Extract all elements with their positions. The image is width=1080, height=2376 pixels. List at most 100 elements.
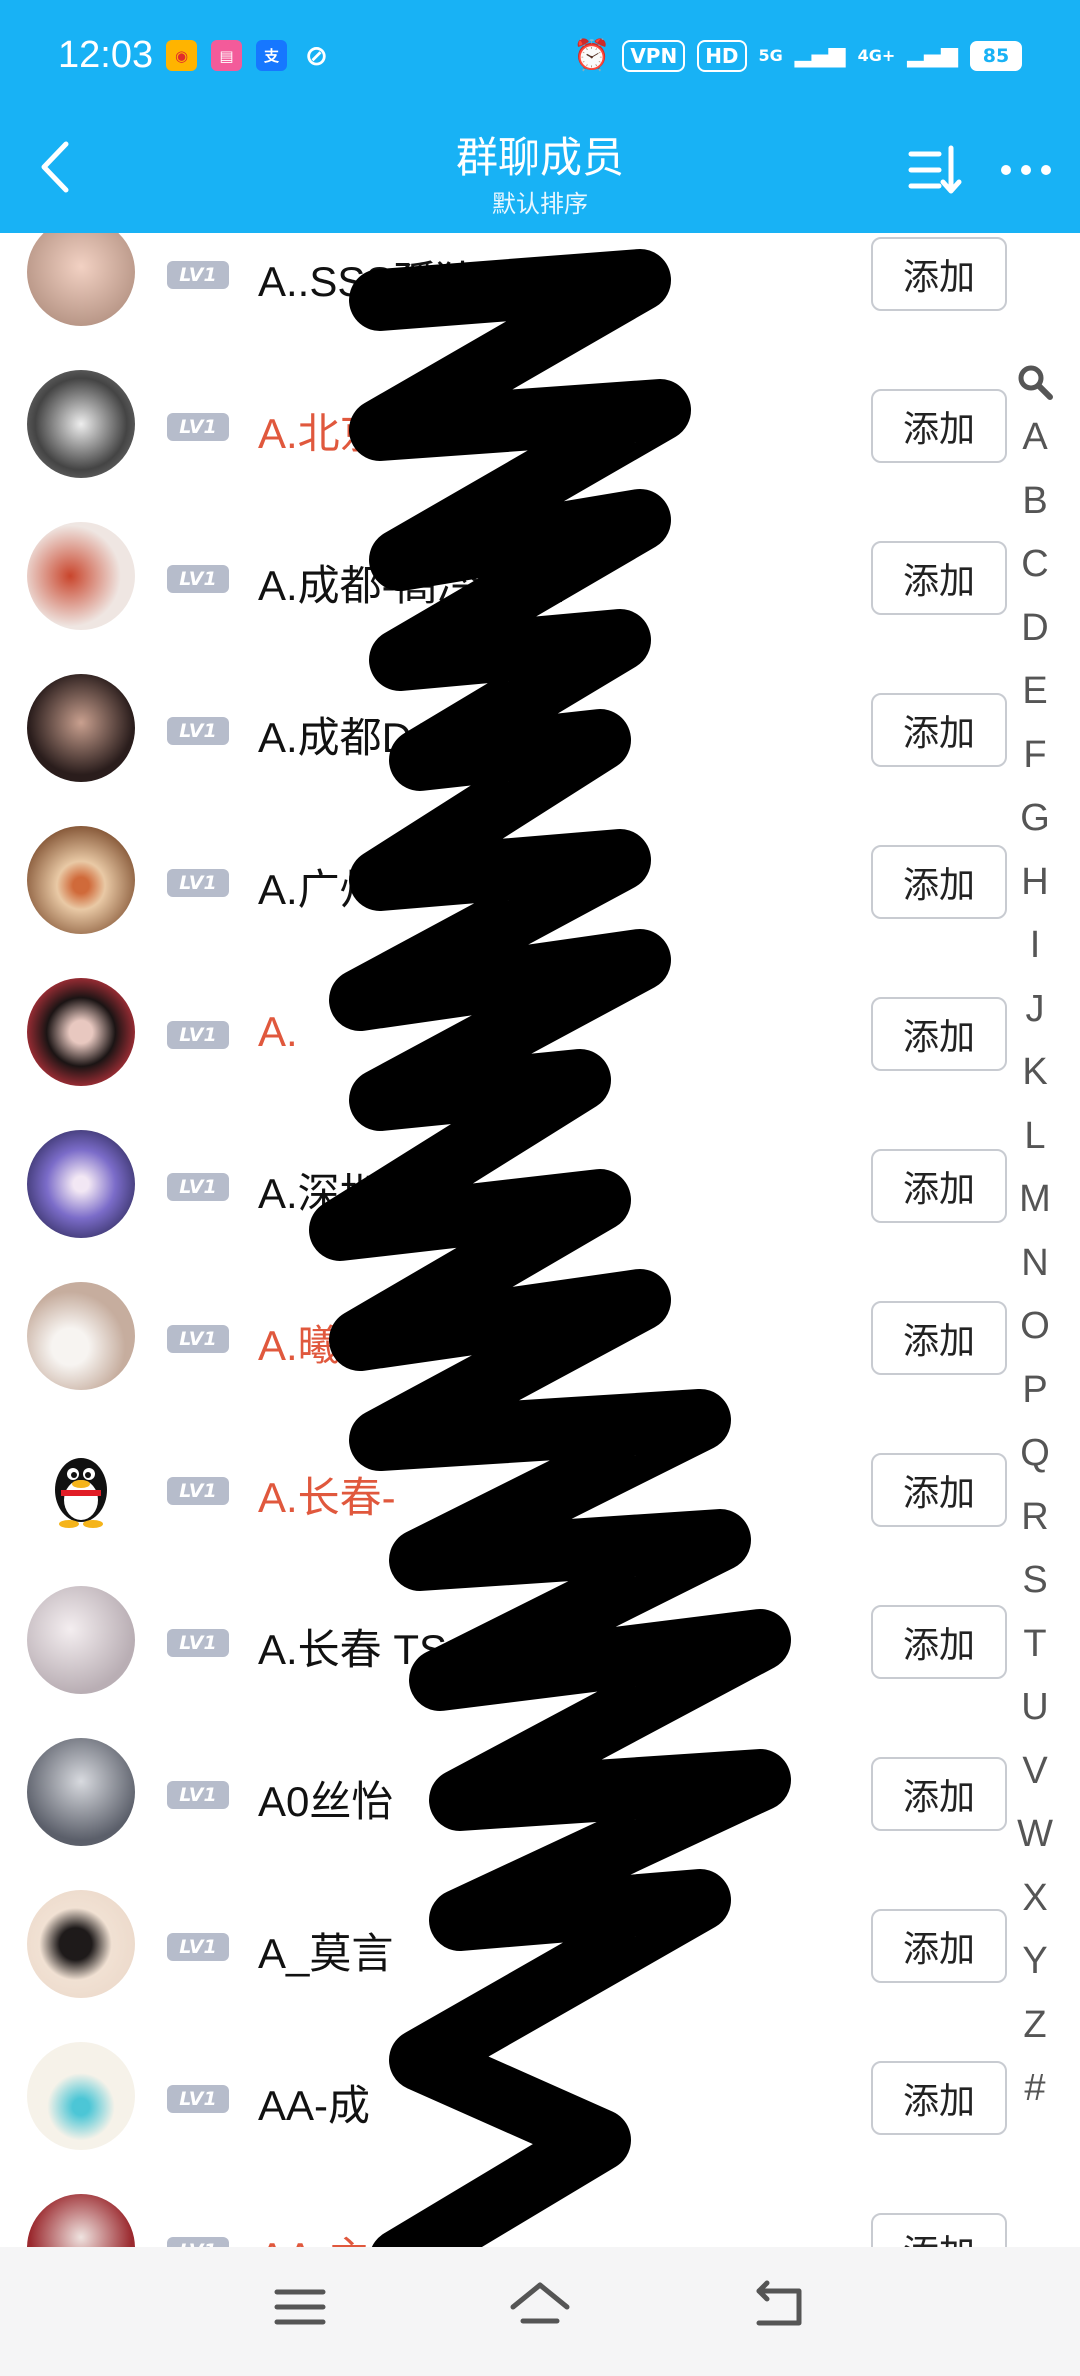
title-bar: 群聊成员 默认排序 bbox=[0, 120, 1080, 230]
index-letter-q[interactable]: Q bbox=[1010, 1422, 1060, 1486]
list-item[interactable]: LV1 A.广州…… 添加 bbox=[0, 796, 1080, 948]
list-item[interactable]: LV1 A.北京TS主 添加 bbox=[0, 340, 1080, 492]
index-letter-hash[interactable]: # bbox=[1010, 2057, 1060, 2121]
member-list[interactable]: LV1 A..SSS孤独三流 添加 LV1 A.北京TS主 添加 LV1 A.成… bbox=[0, 233, 1080, 2247]
level-badge: LV1 bbox=[167, 1477, 229, 1505]
avatar[interactable] bbox=[27, 1282, 135, 1390]
network-5g: 5G bbox=[758, 45, 783, 65]
status-bar: 12:03 ◉ ▤ 支 ⊘ ⏰ VPN HD 5G ▂▄▆ 4G+ ▂▄▆ 85 bbox=[0, 0, 1080, 110]
index-letter-v[interactable]: V bbox=[1010, 1740, 1060, 1804]
signal-icon-2: ▂▄▆ bbox=[907, 43, 958, 68]
add-friend-button[interactable]: 添加 bbox=[871, 1149, 1007, 1223]
list-item[interactable]: LV1 AA-主 添加 bbox=[0, 2164, 1080, 2247]
search-icon[interactable] bbox=[1015, 362, 1055, 402]
member-name: AA-成 bbox=[258, 2082, 371, 2129]
avatar[interactable] bbox=[27, 1586, 135, 1694]
alphabet-index[interactable]: A B C D E F G H I J K L M N O P Q R S T … bbox=[1010, 362, 1060, 2121]
add-friend-button[interactable]: 添加 bbox=[871, 997, 1007, 1071]
add-friend-button[interactable]: 添加 bbox=[871, 1909, 1007, 1983]
index-letter-i[interactable]: I bbox=[1010, 914, 1060, 978]
avatar[interactable] bbox=[27, 2042, 135, 2150]
header: 12:03 ◉ ▤ 支 ⊘ ⏰ VPN HD 5G ▂▄▆ 4G+ ▂▄▆ 85… bbox=[0, 0, 1080, 233]
status-time: 12:03 bbox=[58, 34, 154, 76]
member-name: A. bbox=[258, 1008, 298, 1055]
avatar[interactable] bbox=[27, 1130, 135, 1238]
member-name: A.长春 TS bbox=[258, 1626, 448, 1673]
lofter-icon: ▤ bbox=[211, 40, 242, 71]
list-item[interactable]: LV1 A.长春- 添加 bbox=[0, 1404, 1080, 1556]
index-letter-l[interactable]: L bbox=[1010, 1105, 1060, 1169]
index-letter-o[interactable]: O bbox=[1010, 1295, 1060, 1359]
list-item[interactable]: LV1 A.长春 TS 添加 bbox=[0, 1556, 1080, 1708]
avatar[interactable] bbox=[27, 826, 135, 934]
list-item[interactable]: LV1 A0丝怡 添加 bbox=[0, 1708, 1080, 1860]
avatar[interactable] bbox=[27, 2194, 135, 2247]
index-letter-e[interactable]: E bbox=[1010, 660, 1060, 724]
index-letter-b[interactable]: B bbox=[1010, 470, 1060, 534]
avatar[interactable] bbox=[27, 978, 135, 1086]
add-friend-button[interactable]: 添加 bbox=[871, 389, 1007, 463]
level-badge: LV1 bbox=[167, 2085, 229, 2113]
index-letter-s[interactable]: S bbox=[1010, 1549, 1060, 1613]
list-item[interactable]: LV1 A.成都DJ sss 添加 bbox=[0, 644, 1080, 796]
avatar[interactable] bbox=[27, 522, 135, 630]
weibo-icon: ◉ bbox=[166, 40, 197, 71]
index-letter-g[interactable]: G bbox=[1010, 787, 1060, 851]
index-letter-u[interactable]: U bbox=[1010, 1676, 1060, 1740]
sort-icon[interactable] bbox=[905, 140, 965, 200]
avatar[interactable] bbox=[27, 1890, 135, 1998]
member-name: A0丝怡 bbox=[258, 1778, 394, 1825]
member-name: A.成都DJ sss bbox=[258, 714, 508, 761]
index-letter-h[interactable]: H bbox=[1010, 851, 1060, 915]
list-item[interactable]: LV1 A_莫言 添加 bbox=[0, 1860, 1080, 2012]
add-friend-button[interactable]: 添加 bbox=[871, 1757, 1007, 1831]
index-letter-n[interactable]: N bbox=[1010, 1232, 1060, 1296]
alarm-icon: ⏰ bbox=[572, 38, 611, 73]
signal-icon: ▂▄▆ bbox=[794, 43, 846, 68]
list-item[interactable]: LV1 A.深圳…… 添加 bbox=[0, 1100, 1080, 1252]
list-item[interactable]: LV1 A.成都-高冷御姐 添加 bbox=[0, 492, 1080, 644]
index-letter-f[interactable]: F bbox=[1010, 724, 1060, 788]
level-badge: LV1 bbox=[167, 717, 229, 745]
avatar[interactable] bbox=[27, 1738, 135, 1846]
index-letter-j[interactable]: J bbox=[1010, 978, 1060, 1042]
list-item[interactable]: LV1 AA-成 添加 bbox=[0, 2012, 1080, 2164]
menu-icon[interactable] bbox=[265, 2277, 335, 2337]
penguin-icon bbox=[55, 1458, 107, 1528]
add-friend-button[interactable]: 添加 bbox=[871, 2213, 1007, 2247]
level-badge: LV1 bbox=[167, 1781, 229, 1809]
home-icon[interactable] bbox=[505, 2277, 575, 2337]
index-letter-z[interactable]: Z bbox=[1010, 1994, 1060, 2058]
return-icon[interactable] bbox=[745, 2277, 815, 2337]
list-item[interactable]: LV1 A..SSS孤独三流 添加 bbox=[0, 233, 1080, 340]
avatar[interactable] bbox=[27, 233, 135, 326]
index-letter-t[interactable]: T bbox=[1010, 1613, 1060, 1677]
add-friend-button[interactable]: 添加 bbox=[871, 2061, 1007, 2135]
index-letter-r[interactable]: R bbox=[1010, 1486, 1060, 1550]
hd-badge: HD bbox=[697, 39, 747, 72]
add-friend-button[interactable]: 添加 bbox=[871, 1453, 1007, 1527]
index-letter-p[interactable]: P bbox=[1010, 1359, 1060, 1423]
add-friend-button[interactable]: 添加 bbox=[871, 1301, 1007, 1375]
list-item[interactable]: LV1 A. 添加 bbox=[0, 948, 1080, 1100]
index-letter-w[interactable]: W bbox=[1010, 1803, 1060, 1867]
avatar[interactable] bbox=[27, 370, 135, 478]
add-friend-button[interactable]: 添加 bbox=[871, 541, 1007, 615]
index-letter-a[interactable]: A bbox=[1010, 406, 1060, 470]
alipay-icon: 支 bbox=[256, 40, 287, 71]
index-letter-d[interactable]: D bbox=[1010, 597, 1060, 661]
add-friend-button[interactable]: 添加 bbox=[871, 1605, 1007, 1679]
add-friend-button[interactable]: 添加 bbox=[871, 237, 1007, 311]
index-letter-y[interactable]: Y bbox=[1010, 1930, 1060, 1994]
index-letter-m[interactable]: M bbox=[1010, 1168, 1060, 1232]
index-letter-x[interactable]: X bbox=[1010, 1867, 1060, 1931]
avatar[interactable] bbox=[27, 1434, 135, 1542]
level-badge: LV1 bbox=[167, 565, 229, 593]
avatar[interactable] bbox=[27, 674, 135, 782]
add-friend-button[interactable]: 添加 bbox=[871, 693, 1007, 767]
index-letter-k[interactable]: K bbox=[1010, 1041, 1060, 1105]
index-letter-c[interactable]: C bbox=[1010, 533, 1060, 597]
list-item[interactable]: LV1 A.曦 添加 bbox=[0, 1252, 1080, 1404]
add-friend-button[interactable]: 添加 bbox=[871, 845, 1007, 919]
more-icon[interactable] bbox=[998, 160, 1054, 180]
